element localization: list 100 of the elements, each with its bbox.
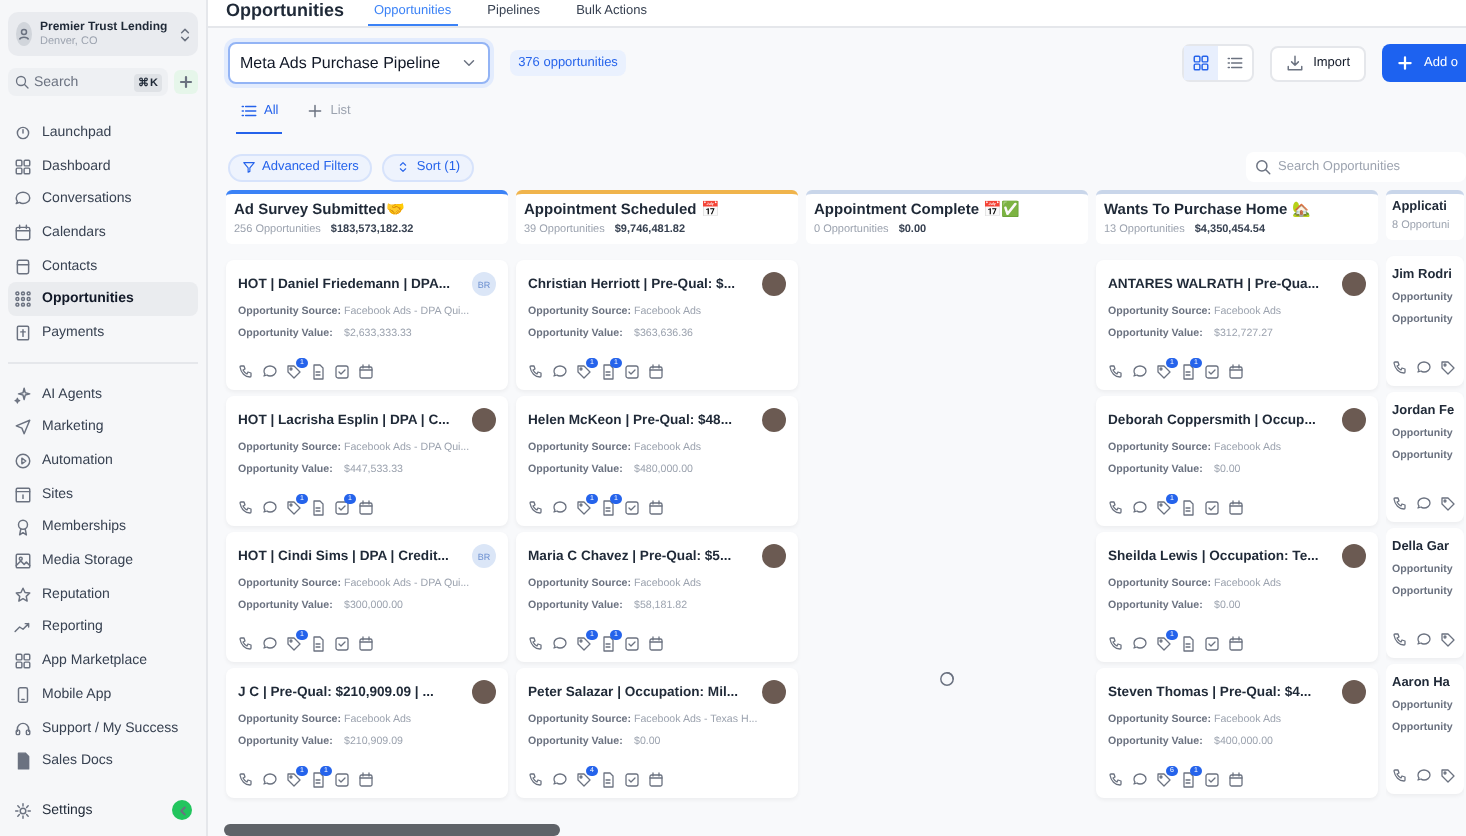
- chat-bubble-icon[interactable]: [1132, 500, 1148, 516]
- calendar-icon[interactable]: [1228, 500, 1244, 516]
- horizontal-scrollbar[interactable]: [224, 824, 560, 836]
- document-icon[interactable]: [310, 636, 326, 652]
- phone-icon[interactable]: [1392, 768, 1408, 784]
- phone-icon[interactable]: [1108, 636, 1124, 652]
- tag-icon[interactable]: [286, 636, 302, 652]
- checkbox-icon[interactable]: [624, 772, 640, 788]
- contact-card-icon: [14, 257, 32, 276]
- calendar-icon[interactable]: [1228, 636, 1244, 652]
- document-icon[interactable]: [1180, 772, 1196, 788]
- add-button[interactable]: [174, 70, 198, 94]
- calendar-icon[interactable]: [358, 364, 374, 380]
- tag-icon[interactable]: [1440, 360, 1456, 376]
- document-icon[interactable]: [600, 364, 616, 380]
- calendar-icon: [14, 223, 32, 242]
- calendar-icon[interactable]: [648, 636, 664, 652]
- phone-icon[interactable]: [1108, 772, 1124, 788]
- document-icon[interactable]: [600, 636, 616, 652]
- chat-bubble-icon[interactable]: [1132, 772, 1148, 788]
- calendar-icon[interactable]: [1228, 364, 1244, 380]
- phone-icon[interactable]: [528, 636, 544, 652]
- pipeline-select[interactable]: Meta Ads Purchase Pipeline: [228, 42, 491, 84]
- checkbox-icon[interactable]: [334, 500, 350, 516]
- calendar-icon[interactable]: [648, 500, 664, 516]
- checkbox-icon[interactable]: [1204, 364, 1220, 380]
- tag-icon[interactable]: [1440, 632, 1456, 648]
- user-icon: [16, 22, 32, 46]
- dots-grid-icon: [14, 290, 32, 309]
- checkbox-icon[interactable]: [1204, 636, 1220, 652]
- tag-icon[interactable]: [576, 500, 592, 516]
- document-icon[interactable]: [600, 500, 616, 516]
- phone-icon[interactable]: [1392, 496, 1408, 512]
- checkbox-icon[interactable]: [624, 500, 640, 516]
- chat-bubble-icon[interactable]: [1416, 360, 1432, 376]
- tag-icon[interactable]: [286, 500, 302, 516]
- chat-bubble-icon[interactable]: [262, 636, 278, 652]
- phone-icon[interactable]: [1392, 360, 1408, 376]
- checkbox-icon[interactable]: [334, 772, 350, 788]
- phone-icon[interactable]: [1392, 632, 1408, 648]
- tag-icon[interactable]: [1440, 496, 1456, 512]
- calendar-icon[interactable]: [358, 636, 374, 652]
- phone-icon[interactable]: [238, 500, 254, 516]
- chat-bubble-icon[interactable]: [552, 364, 568, 380]
- phone-icon[interactable]: [238, 364, 254, 380]
- calendar-icon[interactable]: [648, 772, 664, 788]
- document-icon[interactable]: [1180, 500, 1196, 516]
- up-down-chevron-icon: [175, 25, 194, 43]
- tag-icon[interactable]: [576, 364, 592, 380]
- chat-bubble-icon[interactable]: [1132, 636, 1148, 652]
- chat-bubble-icon[interactable]: [1132, 364, 1148, 380]
- chat-bubble-icon[interactable]: [1416, 496, 1432, 512]
- chat-bubble-icon[interactable]: [1416, 768, 1432, 784]
- grid-icon: [14, 157, 32, 176]
- document-icon[interactable]: [1180, 364, 1196, 380]
- chat-bubble-icon[interactable]: [262, 364, 278, 380]
- tag-icon[interactable]: [576, 772, 592, 788]
- chat-bubble-icon[interactable]: [552, 772, 568, 788]
- phone-icon[interactable]: [1108, 364, 1124, 380]
- document-icon[interactable]: [1180, 636, 1196, 652]
- tag-icon[interactable]: [1156, 772, 1172, 788]
- tag-icon[interactable]: [286, 364, 302, 380]
- document-icon[interactable]: [310, 500, 326, 516]
- phone-icon[interactable]: [1108, 500, 1124, 516]
- calendar-icon[interactable]: [1228, 772, 1244, 788]
- checkbox-icon[interactable]: [1204, 500, 1220, 516]
- calendar-icon[interactable]: [358, 500, 374, 516]
- tag-icon[interactable]: [286, 772, 302, 788]
- phone-icon[interactable]: [528, 364, 544, 380]
- document-icon[interactable]: [310, 364, 326, 380]
- board-view-button[interactable]: [1183, 46, 1218, 80]
- checkbox-icon[interactable]: [624, 636, 640, 652]
- tag-icon[interactable]: [1440, 768, 1456, 784]
- chat-bubble-icon[interactable]: [262, 500, 278, 516]
- checkbox-icon[interactable]: [334, 636, 350, 652]
- phone-icon[interactable]: [528, 772, 544, 788]
- search-icon: [14, 74, 30, 90]
- filter-icon: [242, 160, 256, 174]
- trend-line-icon: [14, 618, 32, 637]
- phone-icon[interactable]: [528, 500, 544, 516]
- tag-icon[interactable]: [1156, 500, 1172, 516]
- collapse-button[interactable]: [172, 800, 192, 820]
- phone-icon[interactable]: [238, 636, 254, 652]
- checkbox-icon[interactable]: [624, 364, 640, 380]
- tag-icon[interactable]: [576, 636, 592, 652]
- chat-bubble-icon[interactable]: [552, 500, 568, 516]
- checkbox-icon[interactable]: [1204, 772, 1220, 788]
- document-icon: [14, 752, 32, 771]
- chat-bubble-icon[interactable]: [262, 772, 278, 788]
- tag-icon[interactable]: [1156, 364, 1172, 380]
- calendar-icon[interactable]: [648, 364, 664, 380]
- checkbox-icon[interactable]: [334, 364, 350, 380]
- phone-icon[interactable]: [238, 772, 254, 788]
- tag-icon[interactable]: [1156, 636, 1172, 652]
- document-icon[interactable]: [600, 772, 616, 788]
- document-icon[interactable]: [310, 772, 326, 788]
- chat-bubble-icon[interactable]: [552, 636, 568, 652]
- avatar-photo-placeholder: [762, 680, 786, 704]
- calendar-icon[interactable]: [358, 772, 374, 788]
- chat-bubble-icon[interactable]: [1416, 632, 1432, 648]
